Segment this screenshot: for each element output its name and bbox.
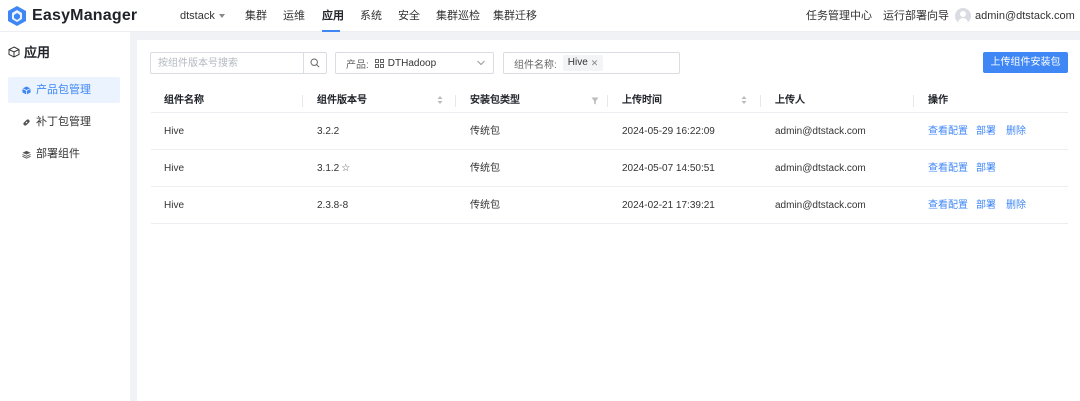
chevron-down-icon [477,60,485,66]
sidebar-item-label: 产品包管理 [36,84,91,96]
cell-uploader: admin@dtstack.com [775,126,866,137]
delete-link[interactable]: 删除 [1006,114,1026,150]
tenant-label: dtstack [180,10,215,22]
version-search [150,52,327,74]
cell-type: 传统包 [470,163,500,174]
cell-uploader: admin@dtstack.com [775,163,866,174]
column-header-upload-time[interactable]: 上传时间 [622,89,662,113]
main-content: 产品: DTHadoop 组件名称: Hive ✕ 上传组件安装包 组件名称 组… [137,40,1080,401]
table-row: Hive 3.1.2 ☆ 传统包 2024-05-07 14:50:51 admi… [151,151,1068,187]
sort-icon[interactable] [741,95,747,105]
deploy-wizard-link[interactable]: 运行部署向导 [883,0,949,32]
column-divider [760,95,761,107]
cell-upload-time: 2024-02-21 17:39:21 [622,200,715,211]
easymanager-logo-icon [8,6,26,26]
cell-name: Hive [164,163,185,174]
cell-upload-time: 2024-05-07 14:50:51 [622,163,715,174]
nav-item-system[interactable]: 系统 [360,0,382,32]
cell-type: 传统包 [470,200,500,211]
search-icon [310,58,320,68]
version-search-input[interactable] [151,53,304,73]
sidebar-title-label: 应用 [24,45,51,60]
column-header-actions: 操作 [928,95,948,106]
sort-icon[interactable] [437,95,443,105]
nav-item-cluster[interactable]: 集群 [245,0,267,32]
user-avatar-icon[interactable] [955,8,971,24]
layers-icon [22,150,31,159]
nav-item-security[interactable]: 安全 [398,0,420,32]
column-header-type: 安装包类型 [470,95,520,106]
tenant-dropdown[interactable]: dtstack [180,0,225,32]
cell-version: 2.3.8-8 [317,200,349,211]
view-config-link[interactable]: 查看配置 [928,188,968,224]
column-header-version[interactable]: 组件版本号 [317,89,367,113]
column-divider [913,95,914,107]
cell-type: 传统包 [470,126,500,137]
nav-item-ops[interactable]: 运维 [283,0,305,32]
sidebar-item-product-packages[interactable]: 产品包管理 [8,77,120,103]
filter-icon[interactable] [591,97,599,105]
table-row: Hive 3.2.2 传统包 2024-05-29 16:22:09 admin… [151,114,1068,150]
product-select[interactable]: 产品: DTHadoop [335,52,494,74]
view-config-link[interactable]: 查看配置 [928,151,968,187]
cell-name: Hive [164,126,185,137]
cube-icon [8,45,20,58]
deploy-link[interactable]: 部署 [976,151,996,187]
package-icon [22,85,31,95]
patch-icon [23,118,30,126]
view-config-link[interactable]: 查看配置 [928,114,968,150]
column-divider [607,95,608,107]
product-select-value: DTHadoop [374,57,437,69]
component-select[interactable]: 组件名称: Hive ✕ [503,52,680,74]
product-select-text: DTHadoop [387,57,437,69]
deploy-link[interactable]: 部署 [976,114,996,150]
nav-item-inspection[interactable]: 集群巡检 [436,0,480,32]
product-select-label: 产品: [346,59,369,71]
top-navbar: EasyManager dtstack 集群 运维 应用 系统 安全 集群巡检 … [0,0,1080,32]
app-name: EasyManager [32,7,138,24]
nav-item-migration[interactable]: 集群迁移 [493,0,537,32]
sidebar-title: 应用 [8,42,50,61]
cell-version-text: 3.1.2 [317,163,340,174]
logo[interactable]: EasyManager [8,6,137,26]
table-header: 组件名称 组件版本号 安装包类型 上传时间 上传人 操作 [151,89,1068,113]
sidebar-item-patch-packages[interactable]: 补丁包管理 [8,109,120,135]
chevron-down-icon [218,14,225,19]
cell-name: Hive [164,200,185,211]
component-tag-label: Hive [567,57,588,68]
column-header-uploader: 上传人 [775,95,805,106]
component-tag: Hive ✕ [562,55,604,71]
cell-version: 3.1.2 ☆ [317,151,350,187]
cell-upload-time: 2024-05-29 16:22:09 [622,126,715,137]
close-icon[interactable]: ✕ [591,55,599,71]
column-divider [455,95,456,107]
sidebar: 应用 产品包管理 补丁包管理 部署组件 [0,32,130,401]
nav-item-apps[interactable]: 应用 [322,0,344,32]
sidebar-item-deploy-components[interactable]: 部署组件 [8,141,120,167]
grid-icon [374,58,384,68]
column-header-name: 组件名称 [164,95,204,106]
active-nav-indicator [322,30,340,32]
sidebar-item-label: 部署组件 [36,148,80,160]
star-icon[interactable]: ☆ [341,163,350,174]
task-center-link[interactable]: 任务管理中心 [806,0,872,32]
cell-uploader: admin@dtstack.com [775,200,866,211]
sidebar-item-label: 补丁包管理 [36,116,91,128]
search-button[interactable] [303,53,326,73]
column-divider [302,95,303,107]
cell-version: 3.2.2 [317,126,340,137]
component-select-label: 组件名称: [514,59,557,71]
user-menu[interactable]: admin@dtstack.com [975,0,1075,32]
delete-link[interactable]: 删除 [1006,188,1026,224]
deploy-link[interactable]: 部署 [976,188,996,224]
table-row: Hive 2.3.8-8 传统包 2024-02-21 17:39:21 adm… [151,188,1068,224]
upload-package-button[interactable]: 上传组件安装包 [983,52,1068,73]
